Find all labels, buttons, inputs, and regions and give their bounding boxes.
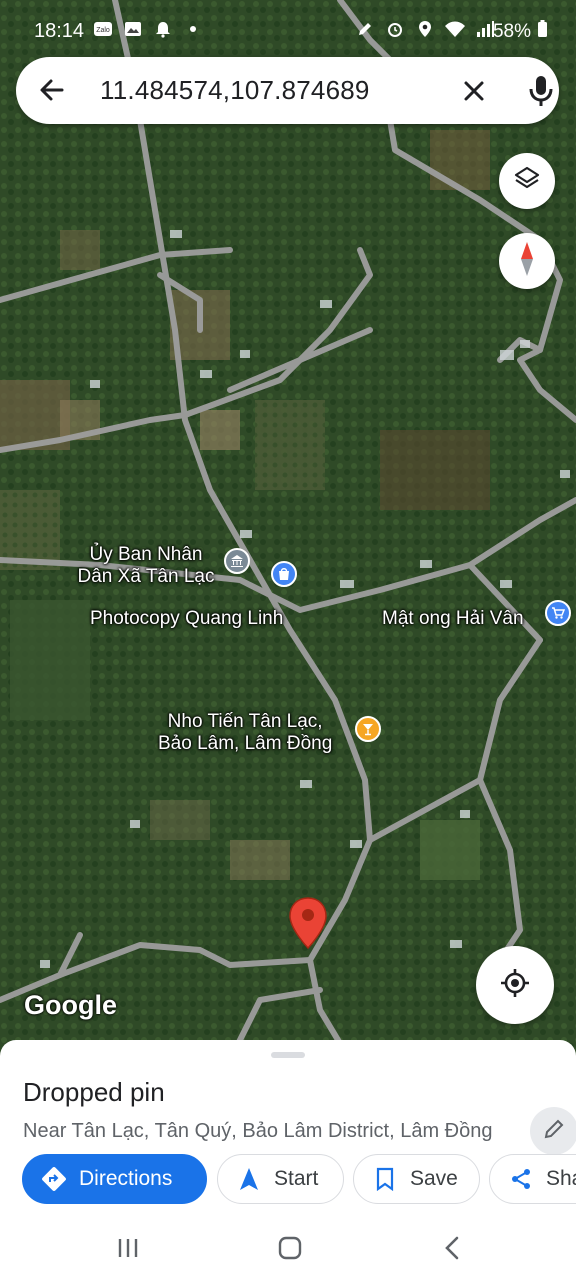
shopping-cart-icon[interactable] — [545, 600, 571, 626]
layers-button[interactable] — [499, 153, 555, 209]
zalo-icon: Zalo — [92, 20, 114, 38]
system-nav-bar — [0, 1220, 576, 1280]
home-button[interactable] — [270, 1234, 310, 1266]
poi-label-ubnd[interactable]: Ủy Ban Nhân Dân Xã Tân Lạc — [70, 544, 222, 588]
government-icon[interactable] — [224, 548, 250, 574]
place-subtitle: Near Tân Lạc, Tân Quý, Bảo Lâm District,… — [23, 1120, 493, 1142]
share-button[interactable]: Share — [489, 1154, 576, 1204]
microphone-icon[interactable] — [526, 74, 556, 108]
back-chevron-icon — [444, 1236, 460, 1265]
my-location-button[interactable] — [476, 946, 554, 1024]
home-icon — [278, 1236, 302, 1265]
dot-icon — [182, 20, 204, 38]
share-label: Share — [546, 1167, 576, 1190]
battery-icon — [537, 20, 548, 44]
cocktail-bar-icon[interactable] — [355, 716, 381, 742]
compass-button[interactable] — [499, 233, 555, 289]
search-bar[interactable]: 11.484574,107.874689 — [16, 57, 559, 124]
bookmark-icon — [372, 1166, 398, 1192]
recents-icon — [116, 1237, 140, 1264]
start-button[interactable]: Start — [217, 1154, 344, 1204]
edit-button[interactable] — [530, 1107, 576, 1155]
satellite-map[interactable] — [0, 0, 576, 1060]
recent-apps-button[interactable] — [108, 1234, 148, 1266]
pen-icon — [354, 20, 376, 38]
poi-label-photocopy[interactable]: Photocopy Quang Linh — [90, 608, 283, 630]
poi-label-nhotien[interactable]: Nho Tiến Tân Lạc, Bảo Lâm, Lâm Đồng — [158, 711, 332, 755]
status-bar: 18:14 Zalo 58% — [0, 0, 576, 62]
image-icon — [122, 20, 144, 38]
svg-text:Zalo: Zalo — [96, 27, 110, 34]
drag-handle[interactable] — [271, 1052, 305, 1058]
search-input[interactable]: 11.484574,107.874689 — [100, 75, 370, 106]
share-icon — [508, 1166, 534, 1192]
save-label: Save — [410, 1167, 458, 1190]
directions-button[interactable]: Directions — [22, 1154, 207, 1204]
navigation-arrow-icon — [236, 1166, 262, 1192]
directions-icon — [41, 1166, 67, 1192]
battery-percent: 58% — [492, 21, 531, 42]
pencil-icon — [543, 1118, 565, 1145]
compass-icon — [518, 241, 536, 282]
wifi-icon — [444, 20, 466, 38]
back-button[interactable] — [432, 1234, 472, 1266]
location-icon — [414, 20, 436, 38]
google-watermark: Google — [24, 990, 117, 1020]
dropped-pin-marker[interactable] — [287, 896, 329, 952]
close-icon[interactable] — [458, 75, 490, 107]
start-label: Start — [274, 1167, 319, 1190]
shopping-bag-icon[interactable] — [271, 561, 297, 587]
bell-icon — [152, 20, 174, 38]
layers-icon — [513, 165, 541, 198]
crosshair-icon — [499, 967, 531, 1004]
directions-label: Directions — [79, 1167, 173, 1190]
place-title: Dropped pin — [23, 1077, 165, 1107]
back-arrow-icon[interactable] — [36, 74, 68, 106]
save-button[interactable]: Save — [353, 1154, 480, 1204]
place-bottom-sheet[interactable]: Dropped pin Near Tân Lạc, Tân Quý, Bảo L… — [0, 1040, 576, 1220]
alarm-icon — [384, 20, 406, 38]
poi-label-matong[interactable]: Mật ong Hải Vân — [382, 608, 524, 630]
status-time: 18:14 — [34, 20, 85, 42]
